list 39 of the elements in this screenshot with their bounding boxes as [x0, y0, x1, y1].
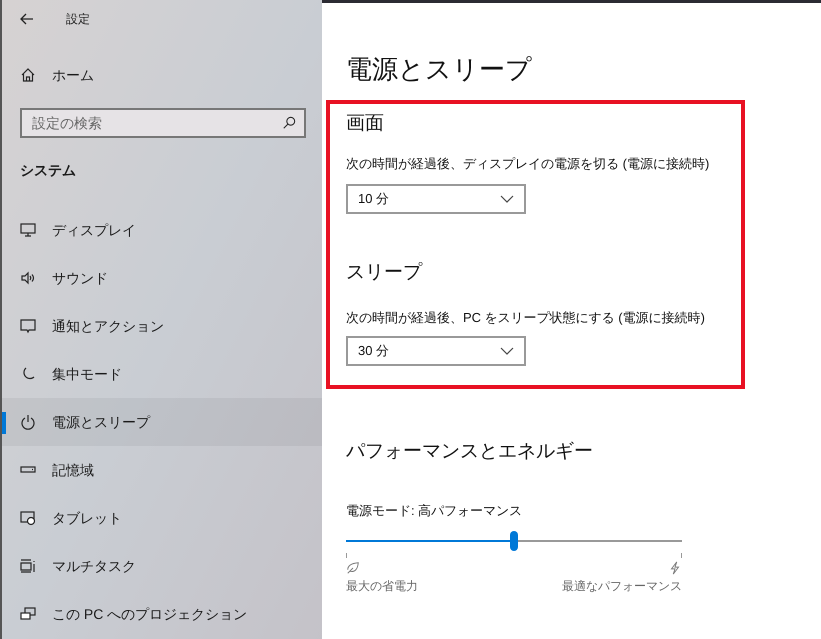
nav-item[interactable]: ディスプレイ	[2, 206, 322, 254]
tablet-icon	[20, 510, 36, 526]
nav-item[interactable]: マルチタスク	[2, 542, 322, 590]
search-icon	[282, 116, 296, 130]
window-title: 設定	[66, 10, 90, 28]
nav-item[interactable]: タブレット	[2, 494, 322, 542]
nav-item[interactable]: サウンド	[2, 254, 322, 302]
scale-label: 最適なパフォーマンス	[562, 578, 682, 595]
slider[interactable]	[346, 531, 682, 551]
message-icon	[20, 318, 36, 334]
dropdown[interactable]: 10 分	[346, 184, 526, 214]
display-icon	[20, 222, 36, 238]
search-field[interactable]: 設定の検索	[20, 108, 306, 138]
nav-item[interactable]: 記憶域	[2, 446, 322, 494]
section-heading: パフォーマンスとエネルギー	[346, 440, 593, 464]
multitask-icon	[20, 558, 36, 574]
chevron-icon	[500, 347, 514, 355]
page-title: 電源とスリープ	[346, 53, 532, 86]
nav-item[interactable]: この PC へのプロジェクション	[2, 590, 322, 638]
leaf-icon	[346, 561, 360, 575]
scale-label: 最大の省電力	[346, 578, 418, 595]
chevron-icon	[500, 195, 514, 203]
home-link[interactable]: ホーム	[2, 63, 102, 87]
speaker-icon	[20, 270, 36, 286]
setting-label: 次の時間が経過後、ディスプレイの電源を切る (電源に接続時)	[346, 155, 710, 173]
section-heading: 画面	[346, 112, 384, 136]
back-button[interactable]	[20, 10, 36, 26]
nav-item[interactable]: 集中モード	[2, 350, 322, 398]
power-icon	[20, 414, 36, 430]
lightning-icon	[668, 561, 682, 575]
setting-label: 次の時間が経過後、PC をスリープ状態にする (電源に接続時)	[346, 309, 705, 327]
dropdown[interactable]: 30 分	[346, 336, 526, 366]
section-heading: スリープ	[346, 261, 422, 285]
setting-label: 電源モード: 高パフォーマンス	[346, 502, 522, 520]
nav-item[interactable]: 電源とスリープ	[2, 398, 322, 446]
home-icon	[20, 67, 36, 83]
projection-icon	[20, 606, 36, 622]
nav-item[interactable]: 通知とアクション	[2, 302, 322, 350]
section-heading: システム	[19, 161, 76, 180]
